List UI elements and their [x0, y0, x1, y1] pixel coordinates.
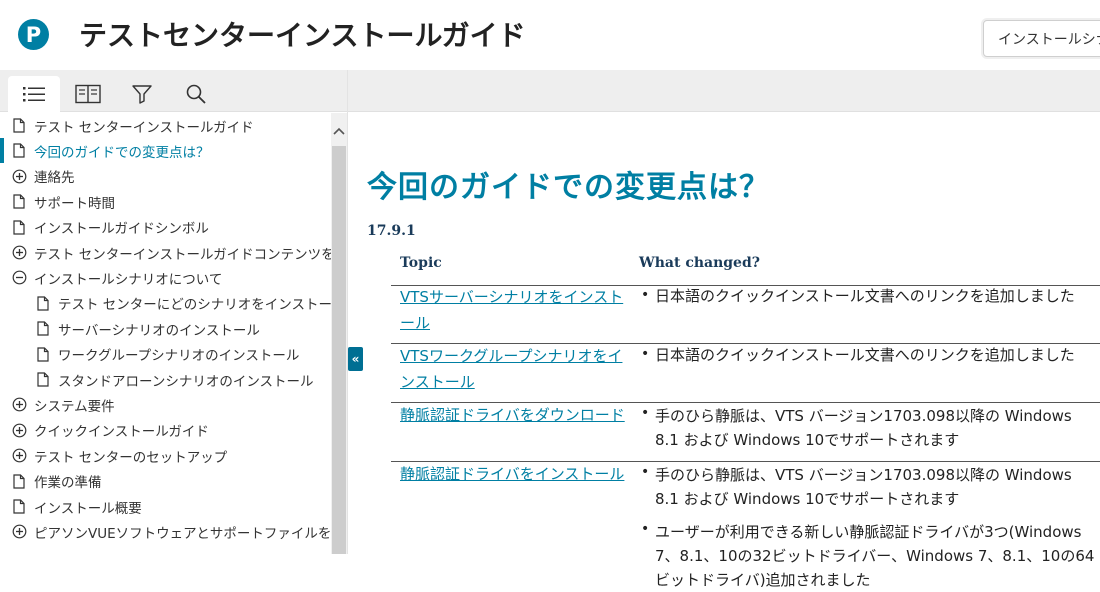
toc-item-label: 連絡先: [34, 170, 75, 187]
sidebar-tabbar: [0, 70, 347, 112]
toc-item[interactable]: テスト センターインストールガイド: [0, 113, 331, 138]
page-icon: [11, 143, 27, 159]
expand-icon[interactable]: [11, 448, 27, 464]
column-header-topic: Topic: [400, 255, 442, 271]
topic-link[interactable]: 静脈認証ドライバをインストール: [400, 461, 625, 487]
toc-item-label: テスト センターのセットアップ: [34, 449, 228, 466]
toc-item[interactable]: 今回のガイドでの変更点は？: [0, 138, 331, 164]
change-text: 手のひら静脈は、VTS バージョン1703.098以降の Windows 8.1…: [655, 407, 1072, 449]
toc-item[interactable]: システム要件: [0, 392, 331, 417]
page-icon: [11, 473, 27, 489]
toc-item[interactable]: スタンドアローンシナリオのインストール: [0, 367, 331, 392]
toc-item-label: ワークグループシナリオのインストール: [58, 348, 300, 365]
toc-item[interactable]: 連絡先: [0, 164, 331, 189]
toc-item-label: テスト センターインストールガイド: [34, 119, 254, 136]
search-input[interactable]: [984, 21, 1100, 56]
toc-item-label: クイックインストールガイド: [34, 424, 209, 441]
expand-icon[interactable]: [11, 422, 27, 438]
toc-item-label: サーバーシナリオのインストール: [58, 322, 260, 339]
expand-icon[interactable]: [11, 397, 27, 413]
collapse-icon[interactable]: [11, 270, 27, 286]
toc-icon: [23, 87, 45, 102]
sidebar: テスト センターインストールガイド 今回のガイドでの変更点は？ 連絡先サポート時間イ…: [0, 70, 347, 554]
toc-item[interactable]: インストールガイドシンボル: [0, 215, 331, 240]
bullet: •: [641, 405, 650, 421]
toc-item-label: スタンドアローンシナリオのインストール: [58, 373, 314, 390]
toc-item[interactable]: 作業の準備: [0, 469, 331, 494]
page-icon: [35, 372, 51, 388]
expand-icon[interactable]: [11, 168, 27, 184]
toc-item-label: テスト センターインストールガイドコンテンツをフィルタリング: [34, 246, 331, 263]
toc-item[interactable]: クイックインストールガイド: [0, 418, 331, 443]
toc-item-label: 作業の準備: [34, 475, 102, 492]
page-icon: [11, 219, 27, 235]
version-label: 17.9.1: [367, 223, 416, 239]
page-icon: [35, 346, 51, 362]
search-box[interactable]: [983, 20, 1100, 57]
pearson-logo-icon[interactable]: P: [18, 19, 49, 50]
expand-icon[interactable]: [11, 524, 27, 540]
search-icon: [186, 84, 206, 104]
scroll-thumb[interactable]: [332, 146, 346, 554]
collapse-sidebar-button[interactable]: «: [348, 347, 363, 371]
page-title: 今回のガイドでの変更点は？: [367, 170, 770, 205]
toc-item[interactable]: テスト センターのセットアップ: [0, 443, 331, 468]
page-icon: [11, 118, 27, 134]
sidebar-scrollbar[interactable]: [331, 113, 347, 554]
tab-glossary[interactable]: [62, 76, 114, 112]
bullet: •: [641, 346, 650, 362]
toc-item[interactable]: テスト センターインストールガイドコンテンツをフィルタリング: [0, 240, 331, 265]
app-title: テストセンターインストールガイド: [79, 19, 526, 52]
bullet: •: [641, 521, 650, 537]
bullet: •: [641, 287, 650, 303]
change-text: 日本語のクイックインストール文書へのリンクを追加しました: [655, 287, 1075, 305]
toc-item-label: テスト センターにどのシナリオをインストールできますか？: [58, 297, 331, 314]
tab-toc[interactable]: [8, 76, 60, 112]
topic-link[interactable]: VTSサーバーシナリオをインストール: [400, 284, 625, 336]
selected-indicator: [0, 138, 4, 164]
toc-item[interactable]: ピアソンVUEソフトウェアとサポートファイルをダウンロード: [0, 519, 331, 544]
topic-link[interactable]: 静脈認証ドライバをダウンロード: [400, 402, 625, 428]
expand-icon[interactable]: [11, 245, 27, 261]
scroll-up-arrow-icon[interactable]: [331, 123, 347, 139]
toc-item-label: システム要件: [34, 398, 115, 415]
change-text: 手のひら静脈は、VTS バージョン1703.098以降の Windows 8.1…: [655, 466, 1072, 508]
tab-filter[interactable]: [116, 76, 168, 112]
toc-item-label: インストールシナリオについて: [34, 271, 223, 288]
toc-tree: テスト センターインストールガイド 今回のガイドでの変更点は？ 連絡先サポート時間イ…: [0, 113, 331, 554]
page-icon: [11, 499, 27, 515]
column-header-what-changed: What changed?: [639, 255, 760, 271]
toc-item-label: ピアソンVUEソフトウェアとサポートファイルをダウンロード: [34, 525, 331, 542]
filter-icon: [132, 85, 152, 104]
bullet: •: [641, 464, 650, 480]
svg-text:P: P: [26, 23, 41, 47]
content-toolbar: [348, 70, 1100, 112]
page-icon: [11, 194, 27, 210]
change-text: 日本語のクイックインストール文書へのリンクを追加しました: [655, 346, 1075, 364]
change-text: ユーザーが利用できる新しい静脈認証ドライバが3つ(Windows 7、8.1、1…: [655, 523, 1095, 589]
toc-item-label: サポート時間: [34, 195, 115, 212]
page-icon: [35, 295, 51, 311]
toc-item[interactable]: インストールシナリオについて: [0, 265, 331, 290]
toc-item-label: 今回のガイドでの変更点は？: [34, 144, 210, 161]
tab-search[interactable]: [170, 76, 222, 112]
toc-item-label: インストールガイドシンボル: [34, 221, 209, 238]
toc-item[interactable]: テスト センターにどのシナリオをインストールできますか？: [0, 291, 331, 316]
header: P テストセンターインストールガイド: [0, 0, 1100, 70]
toc-item[interactable]: インストール概要: [0, 494, 331, 519]
toc-item[interactable]: サポート時間: [0, 189, 331, 214]
content-pane: 今回のガイドでの変更点は？ 17.9.1 Topic What changed?…: [347, 70, 1100, 589]
book-icon: [75, 84, 101, 104]
toc-item[interactable]: ワークグループシナリオのインストール: [0, 342, 331, 367]
page-icon: [35, 321, 51, 337]
toc-item-label: インストール概要: [34, 500, 142, 517]
toc-item[interactable]: サーバーシナリオのインストール: [0, 316, 331, 341]
topic-link[interactable]: VTSワークグループシナリオをインストール: [400, 343, 625, 395]
